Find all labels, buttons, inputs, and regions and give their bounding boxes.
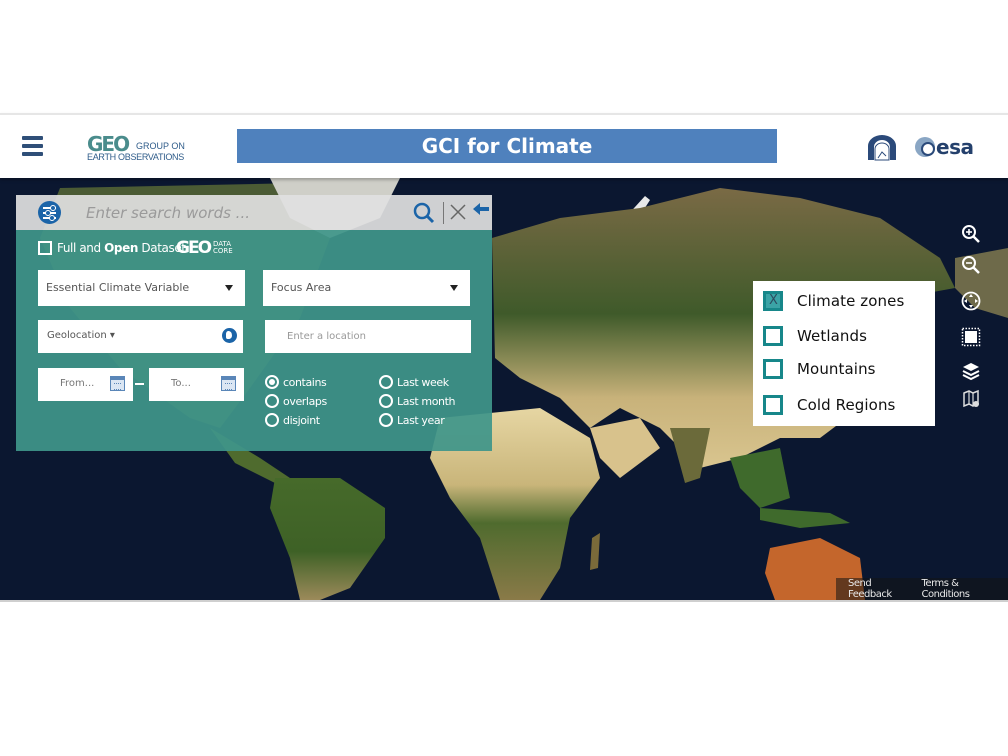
map-bottom-border — [0, 600, 1008, 602]
radio-last-week[interactable]: Last week — [379, 375, 449, 389]
esa-logo-text: esa — [936, 135, 974, 159]
radio-overlaps[interactable]: overlaps — [265, 394, 327, 408]
geo-logo-line2: EARTH OBSERVATIONS — [87, 152, 184, 162]
zoom-out-icon[interactable] — [961, 255, 981, 275]
cnr-logo — [868, 135, 896, 161]
search-panel: Full and Open Dataset GEO DATACORE Essen… — [16, 195, 492, 451]
radio-last-month[interactable]: Last month — [379, 394, 456, 408]
hamburger-icon[interactable] — [22, 136, 43, 158]
checkbox[interactable] — [763, 326, 783, 346]
filter-area: Full and Open Dataset GEO DATA CORE Essen… — [16, 230, 492, 451]
checkbox-checked[interactable]: X — [763, 291, 783, 311]
terms-link[interactable]: Terms & Conditions — [922, 578, 999, 600]
basemap-icon[interactable] — [961, 389, 981, 409]
legend-item-climate-zones[interactable]: X Climate zones — [763, 291, 904, 311]
radio-button[interactable] — [379, 375, 393, 389]
search-input[interactable] — [86, 200, 406, 225]
geolocation-label: Geolocation ▾ — [47, 330, 115, 341]
radio-label: overlaps — [283, 394, 327, 408]
radio-label: Last month — [397, 394, 456, 408]
radio-label: Last year — [397, 413, 445, 427]
radio-button[interactable] — [265, 413, 279, 427]
full-open-dataset-option[interactable]: Full and Open Dataset — [38, 241, 186, 255]
focus-area-select[interactable]: Focus Area — [263, 270, 470, 306]
legend-label: Cold Regions — [797, 396, 896, 414]
legend-label: Wetlands — [797, 327, 868, 345]
calendar-icon[interactable] — [221, 376, 236, 391]
checkbox[interactable] — [763, 359, 783, 379]
arrow-left-icon[interactable] — [473, 203, 489, 219]
checkbox[interactable] — [763, 395, 783, 415]
esa-logo-disc — [915, 137, 935, 157]
legend-item-cold-regions[interactable]: Cold Regions — [763, 395, 895, 415]
geo-data-core-mark: GEO — [176, 238, 212, 258]
legend-item-wetlands[interactable]: Wetlands — [763, 326, 867, 346]
calendar-icon[interactable] — [110, 376, 125, 391]
select-area-icon[interactable] — [961, 327, 981, 347]
focus-area-select-value: Focus Area — [271, 281, 332, 294]
checkbox-x-mark: X — [769, 293, 778, 308]
legend-label: Climate zones — [797, 292, 905, 310]
date-range-dash — [135, 383, 144, 385]
page-title: GCI for Climate — [237, 129, 777, 163]
map-footer-links: Send Feedback Terms & Conditions — [836, 578, 1008, 600]
layers-icon[interactable] — [961, 361, 981, 381]
legend-label: Mountains — [797, 360, 876, 378]
date-to-placeholder: To... — [171, 378, 191, 389]
pan-icon[interactable] — [961, 291, 981, 311]
sliders-icon[interactable] — [38, 201, 61, 224]
ecv-select[interactable]: Essential Climate Variable — [38, 270, 245, 306]
ecv-select-value: Essential Climate Variable — [46, 281, 190, 294]
caret-down-icon — [225, 285, 233, 291]
theme-legend: X Climate zones Wetlands Mountains Cold … — [753, 281, 935, 426]
radio-contains[interactable]: contains — [265, 375, 327, 389]
zoom-in-icon[interactable] — [961, 224, 981, 244]
radio-disjoint[interactable]: disjoint — [265, 413, 320, 427]
app-header: GEO GROUP ON EARTH OBSERVATIONS GCI for … — [0, 113, 1008, 178]
date-to-field[interactable]: To... — [149, 368, 244, 401]
legend-item-mountains[interactable]: Mountains — [763, 359, 876, 379]
full-open-dataset-checkbox[interactable] — [38, 241, 52, 255]
geolocation-dropdown[interactable]: Geolocation ▾ — [38, 320, 243, 353]
radio-button-selected[interactable] — [265, 375, 279, 389]
close-icon[interactable] — [449, 203, 467, 221]
search-separator — [443, 202, 444, 224]
radio-label: Last week — [397, 375, 449, 389]
radio-last-year[interactable]: Last year — [379, 413, 445, 427]
geo-logo[interactable]: GEO GROUP ON EARTH OBSERVATIONS — [87, 132, 187, 164]
radio-button[interactable] — [265, 394, 279, 408]
radio-button[interactable] — [379, 413, 393, 427]
geo-logo-line1: GROUP ON — [136, 141, 185, 151]
geo-data-core-text: DATA CORE — [213, 240, 233, 255]
esa-logo: esa — [915, 135, 974, 159]
search-bar — [16, 195, 492, 230]
date-from-field[interactable]: From... — [38, 368, 133, 401]
date-from-placeholder: From... — [60, 378, 95, 389]
location-input[interactable] — [265, 320, 471, 353]
radio-label: contains — [283, 375, 327, 389]
screen: GEO GROUP ON EARTH OBSERVATIONS GCI for … — [0, 0, 1008, 756]
full-open-dataset-label: Full and Open Dataset — [57, 241, 186, 255]
radio-button[interactable] — [379, 394, 393, 408]
geo-data-core-logo: GEO DATA CORE — [176, 238, 233, 258]
globe-icon[interactable] — [222, 328, 237, 343]
send-feedback-link[interactable]: Send Feedback — [848, 578, 910, 600]
caret-down-icon — [450, 285, 458, 291]
search-icon[interactable] — [413, 202, 435, 224]
radio-label: disjoint — [283, 413, 320, 427]
